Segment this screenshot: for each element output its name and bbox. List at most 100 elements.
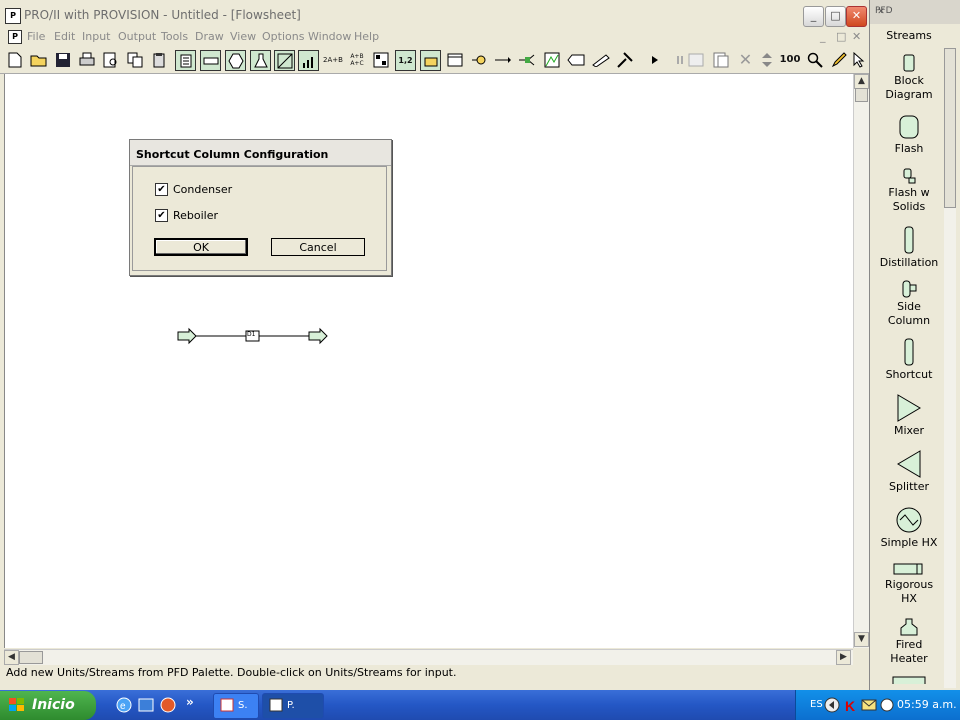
run-input-icon[interactable] bbox=[420, 50, 441, 71]
palette-item-shortcut[interactable]: Shortcut bbox=[872, 338, 946, 382]
menu-draw[interactable]: Draw bbox=[195, 30, 224, 43]
assay-flask-icon[interactable] bbox=[250, 50, 271, 71]
palette-scroll-thumb[interactable] bbox=[944, 48, 956, 208]
vertical-scrollbar[interactable]: ▲ ▼ bbox=[853, 74, 869, 648]
delete-icon[interactable]: ✕ bbox=[736, 50, 755, 69]
antivirus-tray-icon[interactable]: K bbox=[843, 697, 859, 716]
palette-item-flash-solids[interactable]: Flash w Solids bbox=[872, 168, 946, 214]
start-button[interactable]: Inicio bbox=[0, 691, 96, 720]
tool-icon[interactable] bbox=[615, 50, 634, 69]
stream-arrow-icon[interactable] bbox=[493, 50, 512, 69]
menu-window[interactable]: Window bbox=[308, 30, 351, 43]
ie-quicklaunch-icon[interactable]: e bbox=[116, 697, 132, 716]
zoom-stepper-icon[interactable] bbox=[757, 50, 776, 69]
taskbar-item-p[interactable]: P. bbox=[262, 693, 324, 719]
horizontal-scroll-thumb[interactable] bbox=[19, 651, 43, 664]
cancel-button[interactable]: Cancel bbox=[271, 238, 365, 256]
reboiler-checkbox[interactable]: ✔ bbox=[155, 209, 168, 222]
title-bar[interactable]: P PRO/II with PROVISION - Untitled - [Fl… bbox=[0, 0, 869, 30]
language-indicator[interactable]: ES bbox=[810, 699, 823, 710]
step-icon[interactable] bbox=[686, 50, 705, 69]
horizontal-scrollbar[interactable]: ◀ ▶ bbox=[4, 649, 853, 665]
tag-icon[interactable] bbox=[566, 50, 585, 69]
child-minimize-button[interactable]: _ bbox=[820, 30, 826, 43]
minimize-button[interactable]: _ bbox=[803, 6, 824, 27]
palette-item-rigorous-hx[interactable]: Rigorous HX bbox=[872, 562, 946, 606]
component-selection-icon[interactable] bbox=[175, 50, 196, 71]
bar-chart-icon[interactable] bbox=[298, 50, 319, 71]
palette-item-splitter[interactable]: Splitter bbox=[872, 450, 946, 494]
ok-button[interactable]: OK bbox=[154, 238, 248, 256]
condenser-checkbox[interactable]: ✔ bbox=[155, 183, 168, 196]
zoom-100-icon[interactable]: 100 bbox=[779, 50, 801, 69]
curve-plot-icon[interactable] bbox=[274, 50, 295, 71]
scroll-up-arrow-icon[interactable]: ▲ bbox=[854, 74, 869, 89]
palette-item-mixer[interactable]: Mixer bbox=[872, 394, 946, 438]
child-close-button[interactable]: ✕ bbox=[852, 30, 861, 43]
save-icon[interactable] bbox=[53, 50, 72, 69]
draw-pencil-icon[interactable] bbox=[829, 50, 848, 69]
thermodynamic-data-icon[interactable] bbox=[225, 50, 246, 71]
reboiler-label[interactable]: Reboiler bbox=[173, 209, 218, 222]
child-restore-button[interactable]: □ bbox=[836, 30, 846, 43]
app-icon[interactable]: P bbox=[5, 8, 21, 24]
reaction-set-icon[interactable]: A+B A+C bbox=[346, 50, 368, 69]
paste-icon[interactable] bbox=[149, 50, 168, 69]
report-icon[interactable] bbox=[711, 50, 730, 69]
pencil-icon[interactable] bbox=[591, 50, 610, 69]
graph-icon[interactable] bbox=[542, 50, 561, 69]
maximize-button[interactable]: □ bbox=[825, 6, 846, 27]
mail-tray-icon[interactable] bbox=[861, 698, 877, 715]
component-properties-icon[interactable] bbox=[200, 50, 221, 71]
palette-item-block-diagram[interactable]: Block Diagram bbox=[872, 54, 946, 102]
menu-input[interactable]: Input bbox=[82, 30, 110, 43]
print-preview-icon[interactable] bbox=[101, 50, 120, 69]
copy-icon[interactable] bbox=[125, 50, 144, 69]
palette-item-side-column[interactable]: Side Column bbox=[872, 280, 946, 328]
palette-streams[interactable]: Streams bbox=[872, 29, 946, 43]
palette-item-flash[interactable]: Flash bbox=[872, 114, 946, 156]
help-pointer-icon[interactable] bbox=[850, 50, 869, 69]
menu-options[interactable]: Options bbox=[262, 30, 304, 43]
menu-output[interactable]: Output bbox=[118, 30, 156, 43]
palette-item-distillation[interactable]: Distillation bbox=[872, 226, 946, 270]
palette-item-fired-heater[interactable]: Fired Heater bbox=[872, 618, 946, 666]
scroll-left-arrow-icon[interactable]: ◀ bbox=[4, 650, 19, 665]
close-button[interactable]: ✕ bbox=[846, 6, 867, 27]
condenser-label[interactable]: Condenser bbox=[173, 183, 232, 196]
palette-close-icon[interactable]: ✕ bbox=[875, 6, 887, 18]
network-tray-icon[interactable] bbox=[879, 697, 895, 716]
zoom-icon[interactable] bbox=[805, 50, 824, 69]
outlook-quicklaunch-icon[interactable] bbox=[138, 697, 154, 716]
open-folder-icon[interactable] bbox=[29, 50, 48, 69]
menu-view[interactable]: View bbox=[230, 30, 256, 43]
units-of-measure-icon[interactable]: 1,2 bbox=[395, 50, 416, 71]
scroll-down-arrow-icon[interactable]: ▼ bbox=[854, 632, 869, 647]
quicklaunch-overflow[interactable]: » bbox=[186, 695, 194, 709]
window-icon[interactable] bbox=[445, 50, 464, 69]
palette-next-item-icon[interactable] bbox=[892, 676, 926, 684]
clock[interactable]: 05:59 a.m. bbox=[897, 698, 957, 711]
tray-back-icon[interactable] bbox=[824, 697, 840, 716]
media-quicklaunch-icon[interactable] bbox=[160, 697, 176, 716]
taskbar-item-s[interactable]: S. bbox=[213, 693, 259, 719]
run-icon[interactable] bbox=[645, 50, 664, 69]
print-icon[interactable] bbox=[77, 50, 96, 69]
menu-tools[interactable]: Tools bbox=[161, 30, 188, 43]
menu-edit[interactable]: Edit bbox=[54, 30, 75, 43]
palette-title-bar[interactable]: PFD ✕ bbox=[870, 0, 960, 24]
scroll-right-arrow-icon[interactable]: ▶ bbox=[836, 650, 851, 665]
palette-scrollbar[interactable] bbox=[944, 48, 956, 688]
new-file-icon[interactable] bbox=[5, 50, 24, 69]
menu-file[interactable]: File bbox=[27, 30, 45, 43]
dialog-title-bar[interactable]: Shortcut Column Configuration bbox=[130, 140, 391, 166]
split-stream-icon[interactable] bbox=[517, 50, 536, 69]
procedure-icon[interactable] bbox=[371, 50, 390, 69]
document-icon[interactable]: P bbox=[8, 30, 22, 44]
palette-item-simple-hx[interactable]: Simple HX bbox=[872, 506, 946, 550]
vertical-scroll-thumb[interactable] bbox=[855, 88, 868, 102]
menu-help[interactable]: Help bbox=[354, 30, 379, 43]
stream-connect-icon[interactable] bbox=[469, 50, 488, 69]
reaction-data-icon[interactable]: 2A+B bbox=[322, 50, 344, 69]
unit-d1-label[interactable]: D1 bbox=[247, 331, 255, 338]
